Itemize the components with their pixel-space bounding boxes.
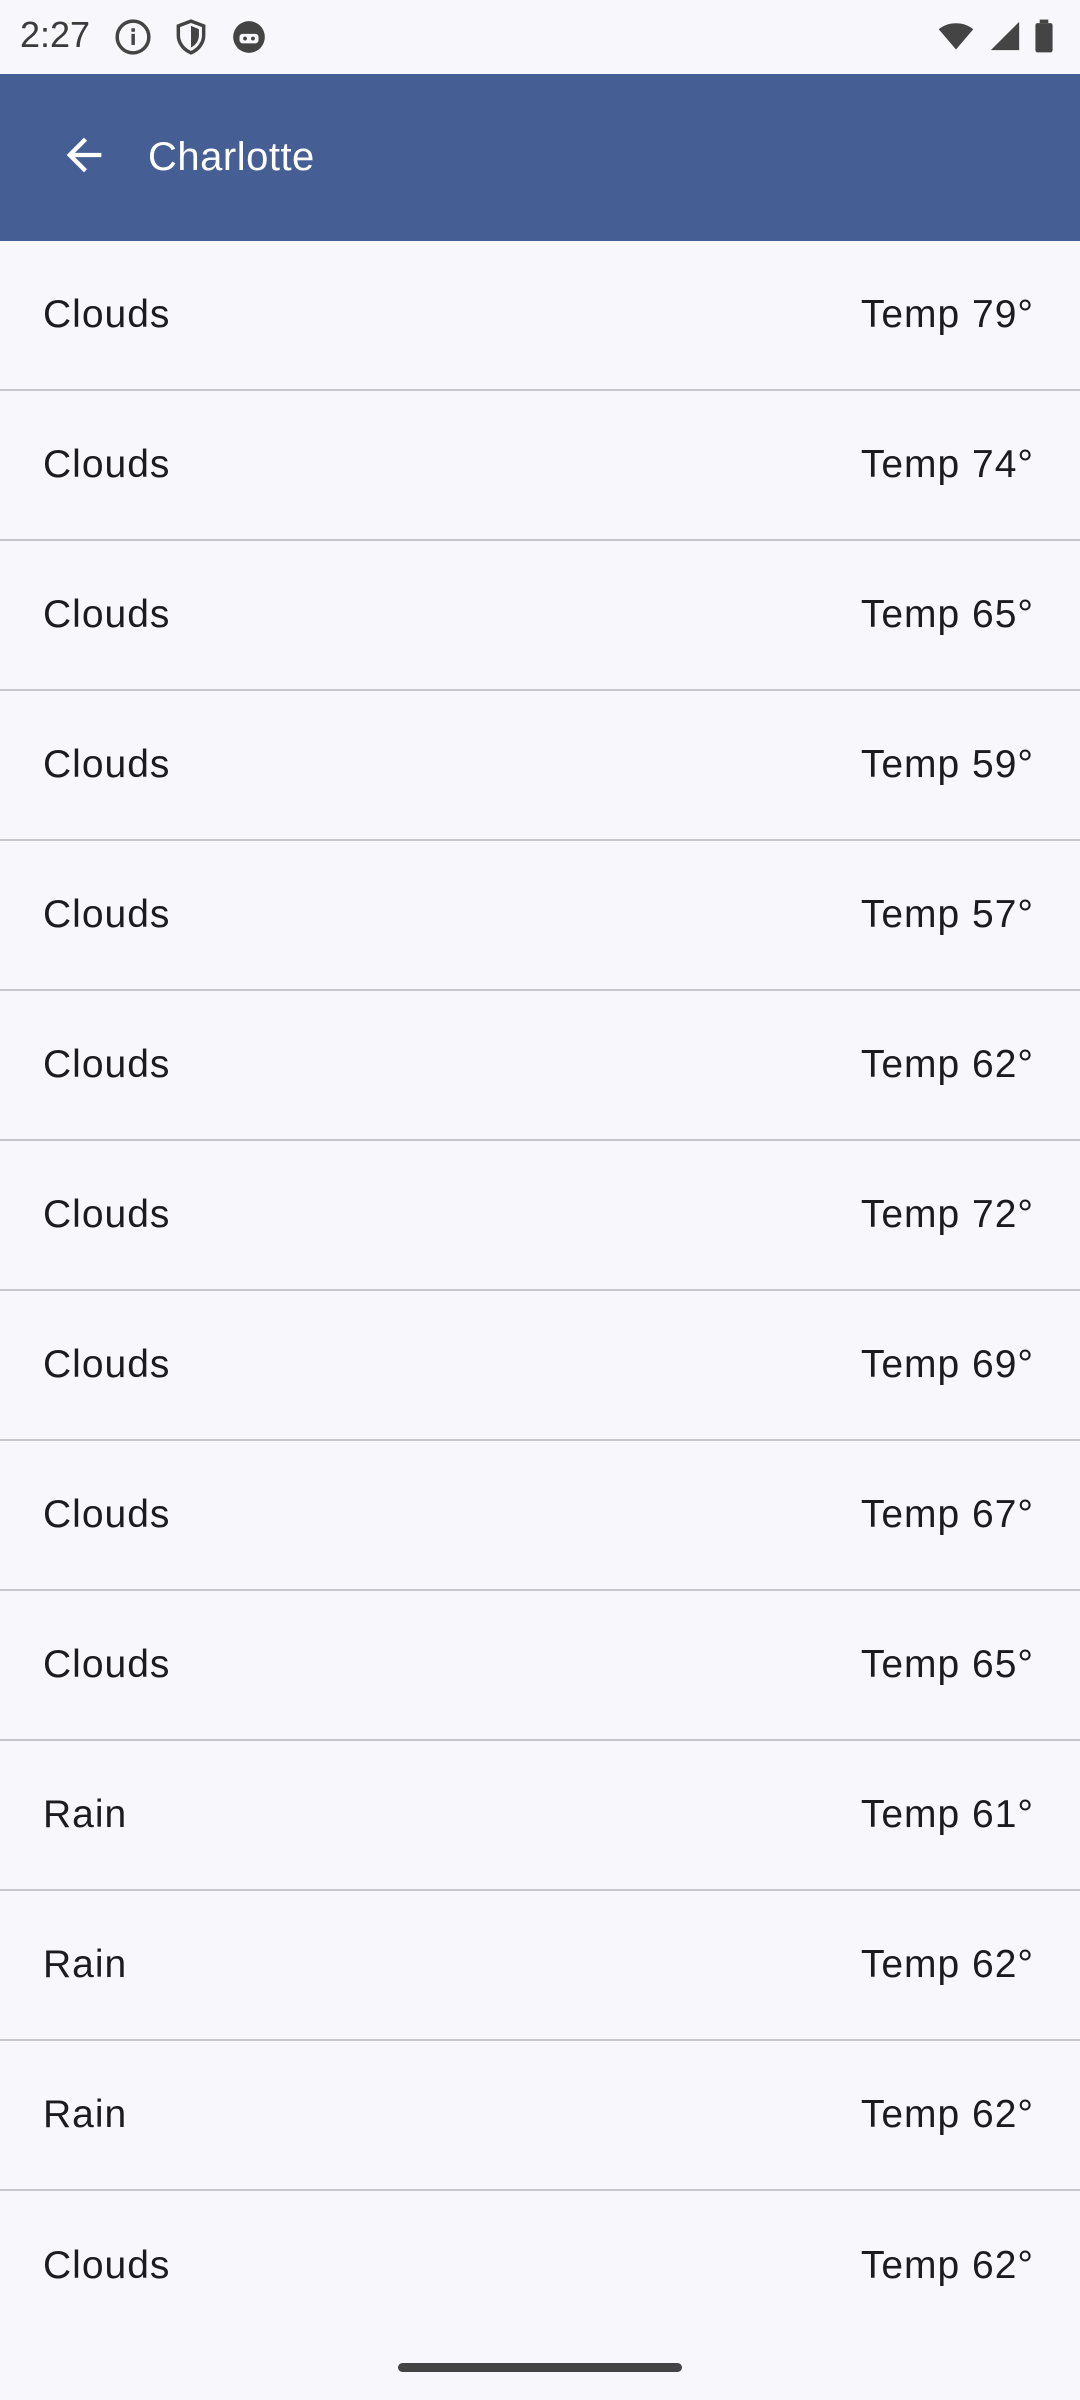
forecast-row[interactable]: Clouds Temp 65° bbox=[0, 541, 1080, 691]
temperature: Temp 69° bbox=[860, 1343, 1034, 1386]
temperature: Temp 67° bbox=[860, 1493, 1034, 1536]
temperature: Temp 79° bbox=[860, 293, 1034, 336]
forecast-row[interactable]: Clouds Temp 65° bbox=[0, 1591, 1080, 1741]
shield-icon bbox=[172, 18, 210, 61]
forecast-row[interactable]: Clouds Temp 67° bbox=[0, 1441, 1080, 1591]
page-title: Charlotte bbox=[148, 135, 315, 179]
status-time: 2:27 bbox=[20, 14, 91, 55]
weather-condition: Clouds bbox=[43, 1193, 171, 1236]
app-bar: Charlotte bbox=[0, 74, 1080, 241]
forecast-row[interactable]: Clouds Temp 62° bbox=[0, 991, 1080, 1141]
info-icon bbox=[114, 18, 152, 61]
temperature: Temp 61° bbox=[860, 1793, 1034, 1836]
cell-signal-icon bbox=[988, 18, 1022, 59]
status-left-icons bbox=[114, 18, 268, 61]
temperature: Temp 65° bbox=[860, 1643, 1034, 1686]
temperature: Temp 74° bbox=[860, 443, 1034, 486]
weather-condition: Clouds bbox=[43, 443, 171, 486]
weather-condition: Rain bbox=[43, 1793, 128, 1836]
weather-condition: Clouds bbox=[43, 2244, 171, 2287]
android-icon bbox=[230, 18, 268, 61]
status-bar: 2:27 bbox=[0, 0, 1080, 74]
forecast-row[interactable]: Clouds Temp 79° bbox=[0, 241, 1080, 391]
temperature: Temp 62° bbox=[860, 1043, 1034, 1086]
temperature: Temp 59° bbox=[860, 743, 1034, 786]
weather-condition: Clouds bbox=[43, 593, 171, 636]
back-button[interactable] bbox=[54, 128, 114, 188]
forecast-list: Clouds Temp 79° Clouds Temp 74° Clouds Temp 6… bbox=[0, 241, 1080, 2341]
temperature: Temp 57° bbox=[860, 893, 1034, 936]
forecast-row[interactable]: Clouds Temp 62° bbox=[0, 2191, 1080, 2341]
forecast-row[interactable]: Clouds Temp 72° bbox=[0, 1141, 1080, 1291]
weather-condition: Clouds bbox=[43, 1643, 171, 1686]
forecast-row[interactable]: Rain Temp 62° bbox=[0, 1891, 1080, 2041]
forecast-row[interactable]: Clouds Temp 69° bbox=[0, 1291, 1080, 1441]
battery-icon bbox=[1034, 18, 1054, 59]
forecast-row[interactable]: Clouds Temp 57° bbox=[0, 841, 1080, 991]
temperature: Temp 62° bbox=[860, 1943, 1034, 1986]
weather-condition: Clouds bbox=[43, 1493, 171, 1536]
status-right-icons bbox=[936, 18, 1054, 59]
weather-condition: Clouds bbox=[43, 293, 171, 336]
temperature: Temp 62° bbox=[860, 2244, 1034, 2287]
forecast-row[interactable]: Clouds Temp 59° bbox=[0, 691, 1080, 841]
weather-condition: Clouds bbox=[43, 743, 171, 786]
weather-condition: Rain bbox=[43, 2093, 128, 2136]
forecast-row[interactable]: Rain Temp 61° bbox=[0, 1741, 1080, 1891]
forecast-row[interactable]: Clouds Temp 74° bbox=[0, 391, 1080, 541]
wifi-icon bbox=[936, 18, 976, 59]
weather-condition: Rain bbox=[43, 1943, 128, 1986]
weather-condition: Clouds bbox=[43, 1343, 171, 1386]
forecast-row[interactable]: Rain Temp 62° bbox=[0, 2041, 1080, 2191]
arrow-back-icon bbox=[58, 129, 110, 186]
weather-condition: Clouds bbox=[43, 893, 171, 936]
temperature: Temp 72° bbox=[860, 1193, 1034, 1236]
temperature: Temp 62° bbox=[860, 2093, 1034, 2136]
temperature: Temp 65° bbox=[860, 593, 1034, 636]
gesture-handle[interactable] bbox=[398, 2363, 682, 2372]
weather-condition: Clouds bbox=[43, 1043, 171, 1086]
